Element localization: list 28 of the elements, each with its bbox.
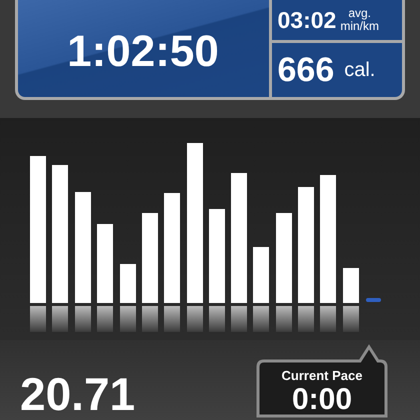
distance-value: 20.71 xyxy=(20,370,136,418)
pace-bar xyxy=(120,264,136,303)
bar-reflection xyxy=(30,306,46,332)
current-pace-value: 0:00 xyxy=(292,383,352,416)
average-label: avg. xyxy=(348,7,371,20)
bar-reflection xyxy=(120,306,136,332)
bar-reflection xyxy=(187,306,203,332)
bar-reflection xyxy=(164,306,180,332)
calories-value: 666 xyxy=(278,50,334,90)
bar-reflection xyxy=(231,306,247,332)
pace-unit: min/km xyxy=(340,20,379,33)
bar-reflection xyxy=(97,306,113,332)
bar-reflection xyxy=(343,306,359,332)
bar-reflection xyxy=(209,306,225,332)
bar-reflection xyxy=(298,306,314,332)
bar-reflection xyxy=(52,306,68,332)
bar-reflection xyxy=(276,306,292,332)
bar-reflection xyxy=(320,306,336,332)
bar-reflection xyxy=(75,306,91,332)
pace-bar xyxy=(253,247,269,303)
average-pace-value: 03:02 xyxy=(278,6,336,34)
current-pace-label: Current Pace xyxy=(282,368,362,383)
pace-bar xyxy=(343,268,359,303)
current-marker xyxy=(366,298,381,302)
bar-reflection xyxy=(142,306,158,332)
elapsed-time: 1:02:50 xyxy=(67,26,219,76)
bar-reflection xyxy=(253,306,269,332)
calories-unit: cal. xyxy=(344,58,376,82)
